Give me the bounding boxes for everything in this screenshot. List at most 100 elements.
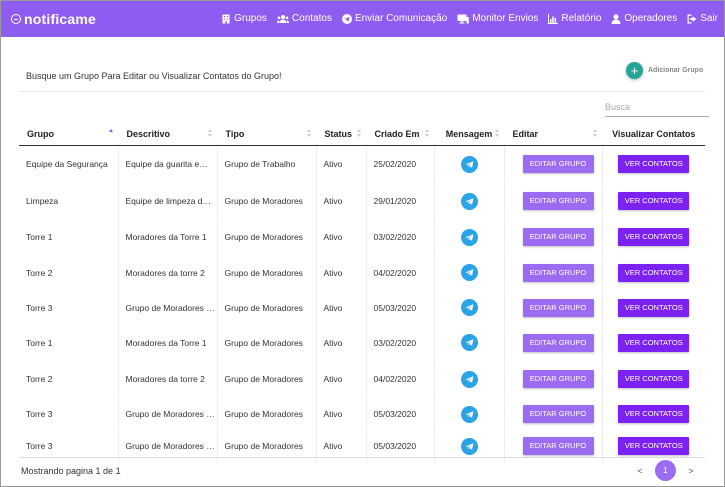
view-contacts-button[interactable]: VER CONTATOS xyxy=(618,155,690,173)
cell-mensagem xyxy=(434,145,505,184)
cell-status: Ativo xyxy=(316,219,367,256)
column-header-tipo[interactable]: Tipo xyxy=(216,123,316,146)
nav-item-grupos[interactable]: Grupos xyxy=(221,13,267,24)
nav-item-sair[interactable]: Sair xyxy=(687,13,718,24)
telegram-send-icon[interactable] xyxy=(460,155,478,173)
view-contacts-button[interactable]: VER CONTATOS xyxy=(618,437,690,455)
sort-icon xyxy=(424,129,430,139)
nav-label: Monitor Envios xyxy=(472,13,539,24)
cell-editar: EDITAR GRUPO xyxy=(504,219,603,256)
telegram-send-icon[interactable] xyxy=(460,334,478,351)
edit-group-button[interactable]: EDITAR GRUPO xyxy=(522,370,594,388)
brand-name: notificame xyxy=(24,11,97,27)
nav-item-enviar-comunicacao[interactable]: Enviar Comunicação xyxy=(341,13,448,24)
table-row: Limpeza Equipe de limpeza d… Grupo de Mora… xyxy=(19,183,705,220)
cell-status: Ativo xyxy=(316,145,367,184)
telegram-send-icon[interactable] xyxy=(460,370,478,388)
edit-group-button[interactable]: EDITAR GRUPO xyxy=(522,333,594,352)
next-page-button[interactable]: > xyxy=(686,466,696,476)
cell-visualizar: VER CONTATOS xyxy=(602,325,705,361)
table-row: Torre 3 Grupo de Moradores … Grupo de Mora… xyxy=(19,290,705,326)
cell-visualizar: VER CONTATOS xyxy=(602,255,705,291)
edit-group-button[interactable]: EDITAR GRUPO xyxy=(522,298,594,317)
view-contacts-button[interactable]: VER CONTATOS xyxy=(618,405,690,423)
building-icon xyxy=(222,14,230,23)
cell-editar: EDITAR GRUPO xyxy=(504,325,603,361)
view-contacts-button[interactable]: VER CONTATOS xyxy=(618,370,690,388)
cell-criado-em: 04/02/2020 xyxy=(366,255,435,291)
nav-item-operadores[interactable]: Operadores xyxy=(611,13,677,24)
telegram-send-icon[interactable] xyxy=(460,299,478,316)
monitor-icon xyxy=(457,14,470,23)
previous-page-button[interactable]: < xyxy=(635,466,645,476)
column-header-descritivo[interactable]: Descritivo xyxy=(117,123,217,146)
table-row: Equipe da Segurança Equipe da guarita e… G… xyxy=(19,145,705,184)
user-icon xyxy=(611,13,621,24)
cell-editar: EDITAR GRUPO xyxy=(504,145,603,184)
cell-tipo: Grupo de Moradores xyxy=(217,398,317,431)
view-contacts-button[interactable]: VER CONTATOS xyxy=(618,263,690,282)
nav-item-monitor-envios[interactable]: Monitor Envios xyxy=(457,13,538,24)
nav-label: Enviar Comunicação xyxy=(354,13,448,24)
cell-status: Ativo xyxy=(316,183,367,220)
telegram-send-icon[interactable] xyxy=(460,405,478,423)
table-row: Torre 1 Moradores da Torre 1 Grupo de Mora… xyxy=(19,219,705,256)
cell-status: Ativo xyxy=(316,290,367,326)
cell-status: Ativo xyxy=(316,255,367,291)
edit-group-button[interactable]: EDITAR GRUPO xyxy=(522,405,594,423)
view-contacts-button[interactable]: VER CONTATOS xyxy=(618,192,690,210)
cell-descritivo: Grupo de Moradores … xyxy=(118,398,218,431)
page-1-button[interactable]: 1 xyxy=(655,460,676,481)
view-contacts-button[interactable]: VER CONTATOS xyxy=(618,333,690,352)
cell-mensagem xyxy=(434,219,505,256)
nav-item-contatos[interactable]: Contatos xyxy=(276,13,332,24)
column-header-grupo[interactable]: Grupo xyxy=(19,123,118,146)
view-contacts-button[interactable]: VER CONTATOS xyxy=(618,228,690,246)
logout-icon xyxy=(687,14,697,23)
telegram-send-icon[interactable] xyxy=(460,437,478,455)
telegram-send-icon[interactable] xyxy=(460,264,478,281)
table-row: Torre 1 Moradores da Torre 1 Grupo de Mora… xyxy=(19,325,705,361)
cell-visualizar: VER CONTATOS xyxy=(602,360,705,399)
cell-descritivo: Equipe da guarita e… xyxy=(118,145,218,184)
cell-visualizar: VER CONTATOS xyxy=(602,219,705,256)
edit-group-button[interactable]: EDITAR GRUPO xyxy=(522,228,594,246)
cell-grupo: Torre 2 xyxy=(19,255,119,291)
cell-grupo: Torre 2 xyxy=(19,360,119,399)
cell-grupo: Torre 1 xyxy=(19,219,119,256)
cell-editar: EDITAR GRUPO xyxy=(504,183,603,220)
telegram-send-icon[interactable] xyxy=(460,192,478,210)
column-header-editar: Editar xyxy=(503,123,602,146)
cell-tipo: Grupo de Moradores xyxy=(217,255,317,291)
add-group-button[interactable]: + Adicionar Grupo xyxy=(626,62,703,79)
plus-icon: + xyxy=(626,62,643,79)
cell-grupo: Torre 3 xyxy=(19,398,119,431)
edit-group-button[interactable]: EDITAR GRUPO xyxy=(522,263,594,282)
telegram-send-icon[interactable] xyxy=(460,228,478,246)
search-input[interactable] xyxy=(605,93,709,117)
page-intro-text: Busque um Grupo Para Editar ou Visualiza… xyxy=(26,71,282,81)
nav-item-relatorio[interactable]: Relatório xyxy=(548,13,601,24)
brand[interactable]: notificame xyxy=(11,10,96,28)
cell-criado-em: 03/02/2020 xyxy=(366,219,435,256)
sort-icon xyxy=(494,129,500,139)
edit-group-button[interactable]: EDITAR GRUPO xyxy=(522,192,594,210)
table-row: Torre 2 Moradores da torre 2 Grupo de Mora… xyxy=(19,360,705,399)
column-header-criado-em[interactable]: Criado Em xyxy=(365,123,434,146)
edit-group-button[interactable]: EDITAR GRUPO xyxy=(522,155,594,173)
pagination-status: Mostrando pagina 1 de 1 xyxy=(21,466,121,476)
cell-editar: EDITAR GRUPO xyxy=(504,255,603,291)
cell-status: Ativo xyxy=(316,360,367,399)
divider xyxy=(19,457,705,458)
cell-descritivo: Equipe de limpeza d… xyxy=(118,183,218,220)
sort-icon xyxy=(592,129,598,139)
cell-descritivo: Moradores da Torre 1 xyxy=(118,325,218,361)
table-header-row: Grupo Descritivo Tipo Status Criado Em M… xyxy=(19,123,705,146)
cell-tipo: Grupo de Moradores xyxy=(217,219,317,256)
cell-criado-em: 05/03/2020 xyxy=(366,398,435,431)
edit-group-button[interactable]: EDITAR GRUPO xyxy=(522,437,594,455)
groups-table: Grupo Descritivo Tipo Status Criado Em M… xyxy=(19,123,705,463)
view-contacts-button[interactable]: VER CONTATOS xyxy=(618,298,690,317)
column-header-status[interactable]: Status xyxy=(315,123,366,146)
sort-icon xyxy=(207,129,213,139)
